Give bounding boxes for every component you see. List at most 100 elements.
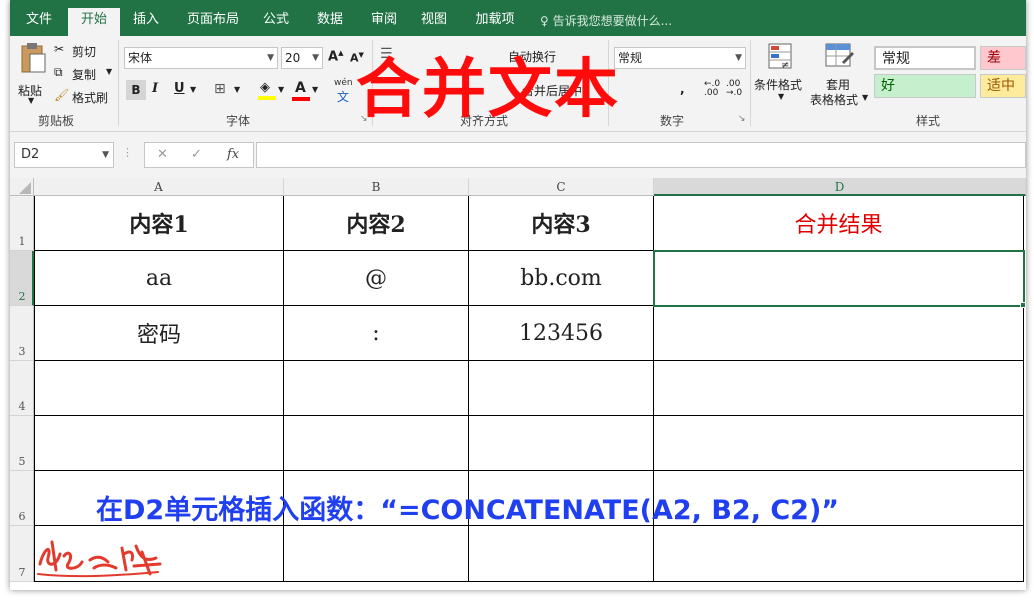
number-format-select[interactable]: 常规 ▼ bbox=[614, 47, 746, 69]
cell-d5[interactable] bbox=[654, 416, 1024, 471]
row-header-7[interactable]: 7 bbox=[10, 526, 34, 582]
tab-review[interactable]: 审阅 bbox=[362, 8, 406, 36]
chevron-down-icon: ▼ bbox=[267, 53, 274, 63]
tab-insert[interactable]: 插入 bbox=[124, 8, 168, 36]
font-name-select[interactable]: 宋体 ▼ bbox=[124, 47, 278, 69]
decrease-decimal-button[interactable]: .00 →.0 bbox=[726, 80, 742, 98]
chevron-down-icon: ▼ bbox=[862, 93, 869, 102]
cell-c7[interactable] bbox=[469, 526, 654, 582]
row-header-2[interactable]: 2 bbox=[10, 251, 34, 306]
chevron-down-icon: ▼ bbox=[735, 53, 742, 63]
row-header-4[interactable]: 4 bbox=[10, 361, 34, 416]
cell-b5[interactable] bbox=[284, 416, 469, 471]
style-neutral[interactable]: 适中 bbox=[980, 74, 1026, 98]
grow-font-button[interactable]: A▲ bbox=[328, 49, 343, 64]
cell-a5[interactable] bbox=[35, 416, 284, 471]
style-bad[interactable]: 差 bbox=[980, 46, 1026, 70]
excel-window: 文件 开始 插入 页面布局 公式 数据 审阅 视图 加载项 ♀ 告诉我您想要做什… bbox=[0, 0, 1034, 602]
cell-c1[interactable]: 内容3 bbox=[469, 196, 654, 251]
tab-file[interactable]: 文件 bbox=[16, 8, 62, 36]
fill-handle[interactable] bbox=[1020, 302, 1026, 308]
italic-button[interactable]: I bbox=[152, 81, 158, 96]
cell-a1[interactable]: 内容1 bbox=[35, 196, 284, 251]
paste-button[interactable]: 粘贴 ▼ bbox=[16, 42, 50, 105]
cell-c2[interactable]: bb.com bbox=[469, 251, 654, 306]
instruction-caption: 在D2单元格插入函数：“=CONCATENATE(A2, B2, C2)” bbox=[96, 495, 840, 526]
cell-d3[interactable] bbox=[654, 306, 1024, 361]
column-header-d[interactable]: D bbox=[654, 178, 1026, 196]
font-color-chevron-icon[interactable]: ▼ bbox=[312, 85, 318, 94]
cell-b1[interactable]: 内容2 bbox=[284, 196, 469, 251]
cell-b7[interactable] bbox=[284, 526, 469, 582]
column-header-c[interactable]: C bbox=[469, 178, 654, 196]
increase-decimal-button[interactable]: ←.0.00 bbox=[704, 80, 720, 98]
signature-watermark bbox=[37, 540, 162, 578]
tab-formulas[interactable]: 公式 bbox=[256, 8, 296, 36]
tell-me-search[interactable]: ♀ 告诉我您想要做什么... bbox=[540, 12, 672, 29]
cell-c4[interactable] bbox=[469, 361, 654, 416]
worksheet-grid: A B C D 1 2 3 4 5 6 7 内容1 内容2 内容3 合并结果 a… bbox=[10, 178, 1026, 590]
tab-data[interactable]: 数据 bbox=[308, 8, 352, 36]
column-header-a[interactable]: A bbox=[34, 178, 284, 196]
select-all-corner[interactable] bbox=[10, 178, 34, 196]
style-normal[interactable]: 常规 bbox=[874, 46, 976, 70]
cancel-icon[interactable]: ✕ bbox=[157, 147, 168, 162]
cell-a2[interactable]: aa bbox=[35, 251, 284, 306]
svg-text:≠: ≠ bbox=[781, 60, 789, 71]
cell-d7[interactable] bbox=[654, 526, 1024, 582]
format-table-label-2: 表格格式 bbox=[810, 93, 859, 107]
cell-b2[interactable]: @ bbox=[284, 251, 469, 306]
number-dialog-launcher-icon[interactable]: ↘ bbox=[738, 114, 746, 124]
brush-icon: 🖌 bbox=[54, 88, 70, 102]
phonetic-icon: 文 bbox=[337, 90, 350, 104]
conditional-format-button[interactable]: ≠ 条件格式 ▼ bbox=[754, 42, 810, 110]
cell-b3[interactable]: : bbox=[284, 306, 469, 361]
row-header-1[interactable]: 1 bbox=[10, 196, 34, 251]
tell-me-text: 告诉我您想要做什么... bbox=[552, 14, 673, 28]
font-size-select[interactable]: 20 ▼ bbox=[281, 47, 323, 69]
font-color-button[interactable]: A bbox=[292, 80, 310, 102]
tab-view[interactable]: 视图 bbox=[414, 8, 454, 36]
fill-color-swatch bbox=[258, 96, 276, 100]
row-header-3[interactable]: 3 bbox=[10, 306, 34, 361]
cell-b4[interactable] bbox=[284, 361, 469, 416]
cell-a4[interactable] bbox=[35, 361, 284, 416]
font-group-label: 字体 bbox=[226, 114, 251, 128]
fill-color-button[interactable]: ◈ bbox=[258, 80, 276, 102]
row-header-6[interactable]: 6 bbox=[10, 471, 34, 526]
number-group-label: 数字 bbox=[660, 114, 685, 128]
font-name-value: 宋体 bbox=[128, 51, 153, 65]
row-header-5[interactable]: 5 bbox=[10, 416, 34, 471]
tab-addins[interactable]: 加载项 bbox=[468, 8, 522, 36]
cell-c5[interactable] bbox=[469, 416, 654, 471]
name-box[interactable]: D2 ▼ bbox=[14, 142, 114, 168]
tab-home[interactable]: 开始 bbox=[68, 8, 120, 36]
column-header-b[interactable]: B bbox=[284, 178, 469, 196]
fill-chevron-icon[interactable]: ▼ bbox=[278, 85, 284, 94]
divider bbox=[750, 40, 751, 126]
borders-button[interactable]: ⊞ bbox=[214, 81, 226, 97]
insert-function-icon[interactable]: fx bbox=[227, 147, 239, 162]
chevron-down-icon: ▼ bbox=[312, 53, 319, 63]
scissors-icon: ✂ bbox=[54, 42, 65, 56]
cell-c3[interactable]: 123456 bbox=[469, 306, 654, 361]
cell-d4[interactable] bbox=[654, 361, 1024, 416]
styles-group-label: 样式 bbox=[916, 114, 941, 128]
grow-font-icon: A bbox=[328, 49, 339, 65]
underline-button[interactable]: U bbox=[174, 81, 185, 96]
borders-chevron-icon[interactable]: ▼ bbox=[234, 85, 240, 94]
style-good[interactable]: 好 bbox=[874, 74, 976, 98]
tab-page-layout[interactable]: 页面布局 bbox=[178, 8, 248, 36]
formula-input[interactable] bbox=[256, 142, 1026, 168]
cell-a3[interactable]: 密码 bbox=[35, 306, 284, 361]
lightbulb-icon: ♀ bbox=[540, 14, 549, 28]
active-cell-selection bbox=[653, 250, 1025, 307]
comma-style-button[interactable]: , bbox=[680, 82, 685, 96]
name-box-value: D2 bbox=[21, 147, 40, 162]
bold-button[interactable]: B bbox=[126, 80, 146, 100]
cell-d1[interactable]: 合并结果 bbox=[654, 196, 1024, 251]
format-as-table-button[interactable]: 套用 表格格式 ▼ bbox=[810, 42, 870, 110]
underline-chevron-icon[interactable]: ▼ bbox=[190, 85, 196, 94]
format-painter-label: 格式刷 bbox=[72, 91, 109, 105]
enter-icon[interactable]: ✓ bbox=[191, 147, 202, 162]
